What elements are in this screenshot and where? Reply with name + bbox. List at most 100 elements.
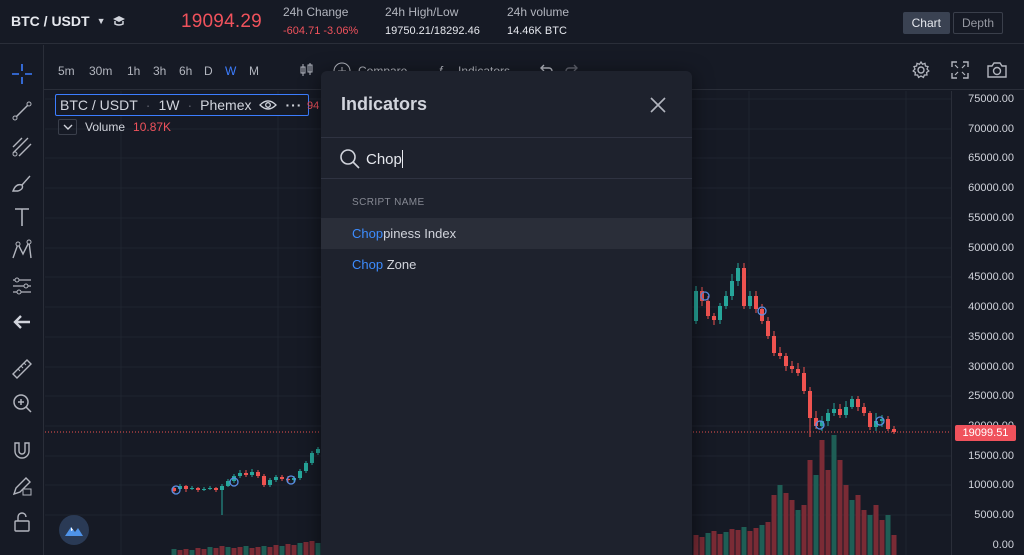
- fullscreen-icon[interactable]: [950, 60, 970, 80]
- candle-body: [268, 480, 272, 485]
- volume-bar: [291, 545, 297, 555]
- match-text: Chop: [352, 226, 384, 241]
- ruler-icon[interactable]: [10, 357, 34, 381]
- volume-bar: [879, 520, 885, 555]
- brush-icon[interactable]: [10, 171, 34, 195]
- candle-body: [832, 409, 836, 413]
- chart-tab[interactable]: Chart: [902, 12, 950, 34]
- legend-interval: 1W: [158, 97, 180, 113]
- volume-bar: [279, 546, 285, 555]
- volume-bar: [207, 547, 213, 555]
- text-icon[interactable]: [10, 205, 34, 229]
- volume-bar: [303, 542, 309, 555]
- stat-value: 14.46K BTC: [507, 25, 567, 37]
- volume-bar: [177, 550, 183, 555]
- volume-bar: [219, 546, 225, 555]
- axis-tick: 0.00: [992, 539, 1014, 551]
- candle-body: [826, 413, 830, 421]
- crosshair-icon[interactable]: [10, 62, 34, 86]
- volume-bar: [789, 500, 795, 555]
- legend-ohlc-partial: 94: [307, 100, 320, 112]
- volume-bar: [807, 460, 813, 555]
- result-text: Zone: [383, 257, 417, 272]
- timeframe-m[interactable]: M: [249, 64, 259, 78]
- close-icon[interactable]: [648, 95, 668, 115]
- volume-bar: [849, 500, 855, 555]
- lock-pencil-icon[interactable]: [10, 474, 34, 498]
- axis-tick: 50000.00: [968, 242, 1014, 254]
- camera-icon[interactable]: [986, 60, 1008, 80]
- candle-body: [838, 409, 842, 415]
- volume-bar: [255, 547, 261, 555]
- volume-bar: [693, 535, 699, 555]
- timeframe-30m[interactable]: 30m: [89, 64, 112, 78]
- lock-icon[interactable]: [10, 510, 34, 534]
- candle-body: [262, 476, 266, 485]
- timeframe-3h[interactable]: 3h: [153, 64, 166, 78]
- timeframe-w[interactable]: W: [225, 64, 236, 78]
- eye-icon[interactable]: [259, 99, 278, 111]
- volume-bar: [231, 548, 237, 555]
- volume-bar: [261, 546, 267, 555]
- candle-body: [310, 453, 314, 463]
- volume-bar: [285, 544, 291, 555]
- candle-body: [724, 296, 728, 306]
- pitchfork-icon[interactable]: [10, 135, 34, 159]
- result-choppiness-index[interactable]: Chop piness Index: [321, 218, 692, 249]
- candle-body: [766, 321, 770, 336]
- zoom-in-icon[interactable]: [10, 391, 34, 415]
- volume-bar: [753, 528, 759, 555]
- candle-body: [736, 268, 740, 281]
- stat-label: 24h High/Low: [385, 5, 459, 19]
- candle-body: [256, 472, 260, 476]
- timeframe-6h[interactable]: 6h: [179, 64, 192, 78]
- chevron-down-icon[interactable]: [58, 119, 77, 135]
- axis-tick: 70000.00: [968, 123, 1014, 135]
- settings-icon[interactable]: [911, 60, 931, 80]
- trading-app: BTC / USDT ▼ 19094.29 24h Change -604.71…: [0, 0, 1024, 555]
- stat-24h-change: 24h Change -604.71 -3.06%: [283, 5, 358, 37]
- volume-bar: [309, 541, 315, 555]
- timeframe-5m[interactable]: 5m: [58, 64, 75, 78]
- candle-body: [856, 399, 860, 407]
- result-chop-zone[interactable]: Chop Zone: [321, 249, 692, 280]
- pattern-icon[interactable]: [10, 238, 34, 262]
- volume-bar: [765, 522, 771, 555]
- candle-style-icon[interactable]: [299, 62, 315, 78]
- trend-line-icon[interactable]: [10, 99, 34, 123]
- volume-value: 10.87K: [133, 120, 172, 134]
- candle-body: [706, 301, 710, 316]
- candle-body: [754, 296, 758, 309]
- back-arrow-icon[interactable]: [10, 310, 34, 334]
- more-icon[interactable]: ···: [285, 97, 302, 113]
- volume-bar: [243, 546, 249, 555]
- volume-bar: [741, 527, 747, 555]
- timeframe-d[interactable]: D: [204, 64, 213, 78]
- indicator-search-input[interactable]: [366, 148, 666, 170]
- prediction-icon[interactable]: [10, 274, 34, 298]
- axis-tick: 45000.00: [968, 271, 1014, 283]
- volume-bar: [867, 515, 873, 555]
- depth-tab[interactable]: Depth: [952, 12, 1003, 34]
- axis-tick: 40000.00: [968, 301, 1014, 313]
- stat-24h-high-low: 24h High/Low 19750.21/18292.46: [385, 5, 480, 37]
- result-text: piness Index: [383, 226, 457, 241]
- candle-body: [784, 356, 788, 366]
- candle-body: [808, 391, 812, 418]
- market-info-icon[interactable]: [112, 15, 126, 27]
- volume-bar: [297, 543, 303, 555]
- candle-body: [748, 296, 752, 306]
- volume-bar: [225, 547, 231, 555]
- volume-bar: [837, 460, 843, 555]
- brand-logo-icon: [59, 515, 89, 545]
- pair-selector[interactable]: BTC / USDT ▼: [11, 13, 126, 29]
- series-legend[interactable]: BTC / USDT · 1W · Phemex ···: [55, 94, 310, 116]
- magnet-icon[interactable]: [10, 439, 34, 463]
- candle-body: [892, 429, 896, 432]
- candle-body: [844, 407, 848, 415]
- candle-body: [304, 463, 308, 471]
- candle-body: [850, 399, 854, 407]
- timeframe-1h[interactable]: 1h: [127, 64, 140, 78]
- price-axis[interactable]: 75000.00 70000.00 65000.00 60000.00 5500…: [951, 91, 1024, 555]
- volume-bar: [783, 493, 789, 555]
